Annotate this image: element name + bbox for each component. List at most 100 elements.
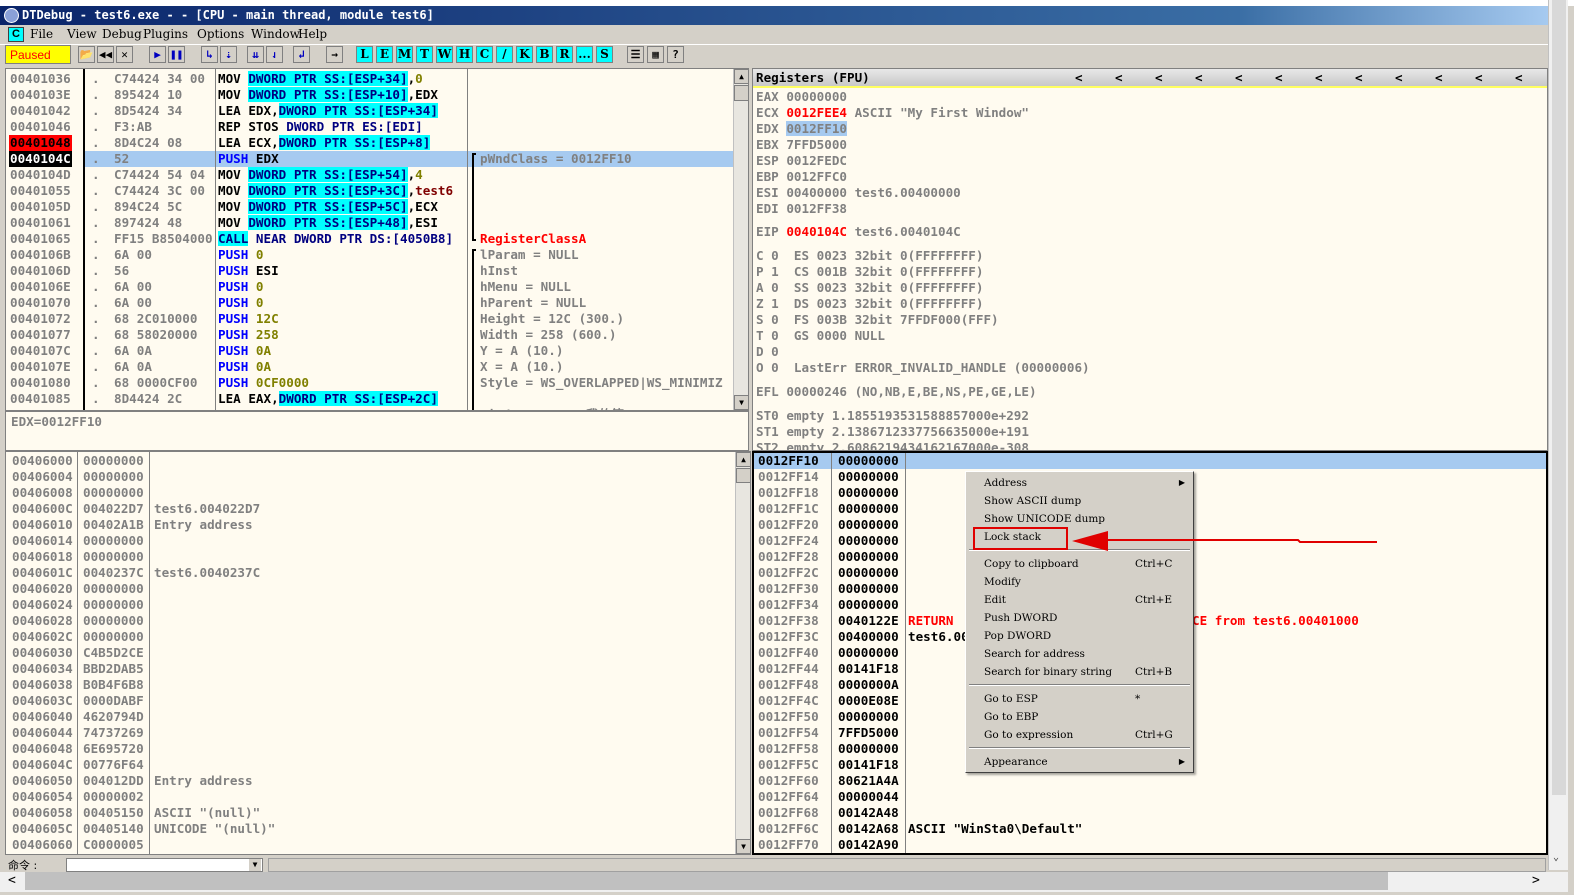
menu-help[interactable]: Help [298, 25, 327, 44]
disasm-row[interactable]: 0040106D. 56 PUSH ESI hInst [6, 263, 748, 279]
menu-item-search-for-address[interactable]: Search for address [984, 645, 1085, 663]
fpu-row[interactable]: ST2 empty 2.6086219434162167000e-308 [756, 440, 1547, 450]
disasm-row[interactable]: 00401046. F3:AB REP STOS DWORD PTR ES:[EDI… [6, 119, 748, 135]
register-eax[interactable]: EAX 00000000 [756, 89, 1547, 105]
colors-icon[interactable]: ▦ [647, 46, 664, 63]
menu-item-go-to-esp[interactable]: Go to ESP [984, 690, 1038, 708]
register-value[interactable]: 0012FFC0 [786, 169, 847, 184]
scroll-down-icon[interactable]: ▼ [736, 839, 750, 854]
flag-row[interactable]: S 0 FS 003B 32bit 7FFDF000(FFF) [756, 312, 1547, 328]
pause-button[interactable]: ❚❚ [168, 46, 185, 63]
eflags-row[interactable]: EFL 00000246 (NO,NB,E,BE,NS,PE,GE,LE) [756, 384, 1547, 400]
scroll-right-icon[interactable]: > [1532, 873, 1540, 888]
step-into-button[interactable]: ↳ [201, 46, 218, 63]
go-to-button[interactable]: → [326, 46, 343, 63]
collapse-chevron-icon[interactable]: < [1515, 70, 1523, 86]
dump-row[interactable]: 00406060 C0000005 [6, 837, 750, 853]
scroll-up-icon[interactable]: ▲ [734, 69, 748, 84]
fpu-row[interactable]: ST1 empty 2.1386712337756635000e+191 [756, 424, 1547, 440]
flag-row[interactable]: C 0 ES 0023 32bit 0(FFFFFFFF) [756, 248, 1547, 264]
register-ebx[interactable]: EBX 7FFD5000 [756, 137, 1547, 153]
dump-row[interactable]: 00406030 C4B5D2CE [6, 645, 750, 661]
collapse-chevron-icon[interactable]: < [1075, 70, 1083, 86]
menu-item-push-dword[interactable]: Push DWORD [984, 609, 1057, 627]
dump-row[interactable]: 00406028 00000000 [6, 613, 750, 629]
disasm-row[interactable]: 0040106E. 6A 00 PUSH 0 hMenu = NULL [6, 279, 748, 295]
fpu-row[interactable]: ST0 empty 1.1855193531588857000e+292 [756, 408, 1547, 424]
disasm-row[interactable]: 00401085. 8D4424 2C LEA EAX,DWORD PTR SS:[… [6, 391, 748, 407]
disasm-row[interactable]: 0040105D. 894C24 5C MOV DWORD PTR SS:[ESP+… [6, 199, 748, 215]
window-button-10[interactable]: R [556, 46, 573, 63]
registers-header[interactable]: Registers (FPU) [753, 69, 1547, 88]
trace-over-button[interactable]: ⇃ [266, 46, 283, 63]
stack-row[interactable]: 0012FF6C 00142A68 ASCII "WinSta0\Default" [754, 821, 1546, 837]
menu-file[interactable]: File [30, 25, 53, 44]
stack-row[interactable]: 0012FF70 00142A90 [754, 837, 1546, 853]
dump-row[interactable]: 00406054 00000002 [6, 789, 750, 805]
scroll-down-icon[interactable]: ⌄ [1553, 852, 1559, 863]
window-button-0[interactable]: L [356, 46, 373, 63]
command-input[interactable]: ▼ [66, 858, 263, 872]
window-button-5[interactable]: H [456, 46, 473, 63]
collapse-chevron-icon[interactable]: < [1435, 70, 1443, 86]
collapse-chevron-icon[interactable]: < [1475, 70, 1483, 86]
register-value[interactable]: 00400000 [786, 185, 847, 200]
dump-row[interactable]: 00406050 004012DD Entry address [6, 773, 750, 789]
menu-options[interactable]: Options [197, 25, 244, 44]
window-button-6[interactable]: C [476, 46, 493, 63]
flag-row[interactable]: D 0 [756, 344, 1547, 360]
execute-till-return-button[interactable]: ↲ [293, 46, 310, 63]
dump-row[interactable]: 00406044 74737269 [6, 725, 750, 741]
window-button-12[interactable]: S [596, 46, 613, 63]
disasm-row[interactable]: 00401036. C74424 34 00 MOV DWORD PTR SS:[E… [6, 71, 748, 87]
window-scrollbar[interactable]: ⌄ [1548, 0, 1568, 870]
disassembly-pane[interactable]: 0040108A.68 20604000PUSH test6.00406020W… [5, 68, 749, 411]
register-value[interactable]: 0012FF38 [786, 201, 847, 216]
menu-item-go-to-ebp[interactable]: Go to EBP [984, 708, 1038, 726]
stack-row[interactable]: 0012FF10 00000000 [754, 453, 1546, 469]
collapse-chevron-icon[interactable]: < [1195, 70, 1203, 86]
stack-row[interactable]: 0012FF68 00142A48 [754, 805, 1546, 821]
register-value[interactable]: 0012FEE4 [786, 105, 847, 120]
stack-row[interactable]: 0012FF64 00000044 [754, 789, 1546, 805]
dump-row[interactable]: 00406024 00000000 [6, 597, 750, 613]
dump-row[interactable]: 00406040 4620794D [6, 709, 750, 725]
disasm-row[interactable]: 00401077. 68 58020000 PUSH 258 Width = 258 … [6, 327, 748, 343]
disasm-row[interactable]: 0040104D. C74424 54 04 MOV DWORD PTR SS:[E… [6, 167, 748, 183]
disasm-row[interactable]: 0040107C. 6A 0A PUSH 0A Y = A (10.) [6, 343, 748, 359]
disassembly-scrollbar[interactable]: ▲ ▼ [733, 69, 748, 410]
window-button-1[interactable]: E [376, 46, 393, 63]
run-button[interactable]: ▶ [149, 46, 166, 63]
register-edx[interactable]: EDX 0012FF10 [756, 121, 1547, 137]
scroll-up-icon[interactable]: ▲ [736, 452, 750, 467]
menu-item-search-for-binary-string[interactable]: Search for binary string [984, 663, 1112, 681]
register-value[interactable]: 00000000 [786, 89, 847, 104]
open-button[interactable]: 📂 [78, 46, 95, 63]
dump-row[interactable]: 0040600C 004022D7 test6.004022D7 [6, 501, 750, 517]
dump-row[interactable]: 00406034 BBD2DAB5 [6, 661, 750, 677]
close-button[interactable]: ✕ [116, 46, 133, 63]
dump-row[interactable]: 00406038 B0B4F6B8 [6, 677, 750, 693]
register-value[interactable]: 0040104C [786, 224, 847, 239]
disasm-row[interactable]: 00401070. 6A 00 PUSH 0 hParent = NULL [6, 295, 748, 311]
disasm-row[interactable]: 00401055. C74424 3C 00 MOV DWORD PTR SS:[E… [6, 183, 748, 199]
window-button-9[interactable]: B [536, 46, 553, 63]
memory-dump-pane[interactable]: 00406060 C0000005 0040605C 00405140 UNICODE … [5, 451, 751, 855]
scroll-thumb[interactable] [25, 872, 1388, 890]
menu-item-go-to-expression[interactable]: Go to expression [984, 726, 1073, 744]
dump-row[interactable]: 00406058 00405150 ASCII "(null)" [6, 805, 750, 821]
help-icon[interactable]: ? [667, 46, 684, 63]
disasm-row[interactable]: 00401048. 8D4C24 08 LEA ECX,DWORD PTR SS:[… [6, 135, 748, 151]
window-button-2[interactable]: M [396, 46, 413, 63]
step-over-button[interactable]: ⇣ [220, 46, 237, 63]
menu-item-pop-dword[interactable]: Pop DWORD [984, 627, 1051, 645]
disasm-row[interactable]: 00401061. 897424 48 MOV DWORD PTR SS:[ESP+… [6, 215, 748, 231]
menu-item-appearance[interactable]: Appearance [984, 753, 1048, 771]
window-button-4[interactable]: W [436, 46, 453, 63]
collapse-chevron-icon[interactable]: < [1235, 70, 1243, 86]
scroll-down-icon[interactable]: ▼ [734, 395, 748, 410]
disasm-row[interactable]: 0040103E. 895424 10 MOV DWORD PTR SS:[ESP+… [6, 87, 748, 103]
dump-row[interactable]: 00406010 00402A1B Entry address [6, 517, 750, 533]
trace-into-button[interactable]: ⇊ [247, 46, 264, 63]
flag-row[interactable]: P 1 CS 001B 32bit 0(FFFFFFFF) [756, 264, 1547, 280]
